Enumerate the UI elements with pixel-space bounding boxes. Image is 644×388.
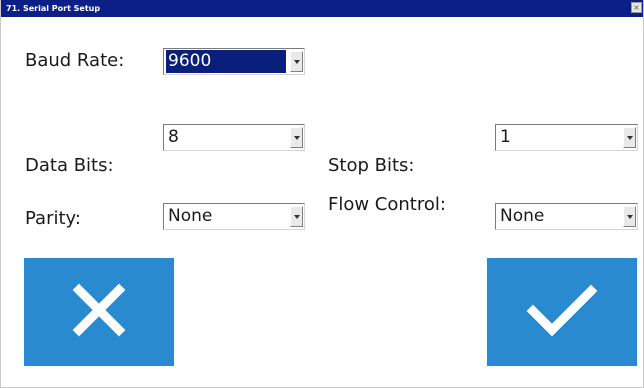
parity-value: None [168, 206, 213, 226]
chevron-down-icon [294, 136, 300, 140]
parity-select[interactable]: None [163, 203, 305, 230]
flow-control-label: Flow Control: [328, 194, 446, 215]
baud-rate-dropdown-button[interactable] [290, 51, 303, 72]
baud-rate-value: 9600 [166, 50, 286, 73]
baud-rate-label: Baud Rate: [25, 50, 125, 71]
checkmark-icon [526, 284, 598, 337]
title-bar: 71. Serial Port Setup × [1, 0, 643, 17]
stop-bits-label: Stop Bits: [328, 155, 415, 176]
close-icon[interactable]: × [631, 2, 642, 13]
chevron-down-icon [627, 136, 633, 140]
serial-port-setup-window: 71. Serial Port Setup × Baud Rate: 9600 … [0, 0, 644, 388]
cancel-button[interactable] [24, 258, 174, 366]
flow-control-value: None [500, 206, 545, 226]
confirm-button[interactable] [487, 258, 637, 366]
parity-dropdown-button[interactable] [290, 206, 303, 227]
x-icon [72, 283, 126, 337]
flow-control-select[interactable]: None [495, 203, 638, 230]
chevron-down-icon [294, 60, 300, 64]
data-bits-label: Data Bits: [25, 155, 114, 176]
data-bits-dropdown-button[interactable] [290, 127, 303, 148]
stop-bits-value: 1 [500, 127, 511, 147]
stop-bits-dropdown-button[interactable] [623, 127, 636, 148]
chevron-down-icon [627, 215, 633, 219]
baud-rate-select[interactable]: 9600 [163, 48, 305, 75]
stop-bits-select[interactable]: 1 [495, 124, 638, 151]
parity-label: Parity: [25, 208, 81, 229]
window-title: 71. Serial Port Setup [6, 4, 101, 13]
chevron-down-icon [294, 215, 300, 219]
data-bits-value: 8 [168, 127, 179, 147]
flow-control-dropdown-button[interactable] [623, 206, 636, 227]
data-bits-select[interactable]: 8 [163, 124, 305, 151]
